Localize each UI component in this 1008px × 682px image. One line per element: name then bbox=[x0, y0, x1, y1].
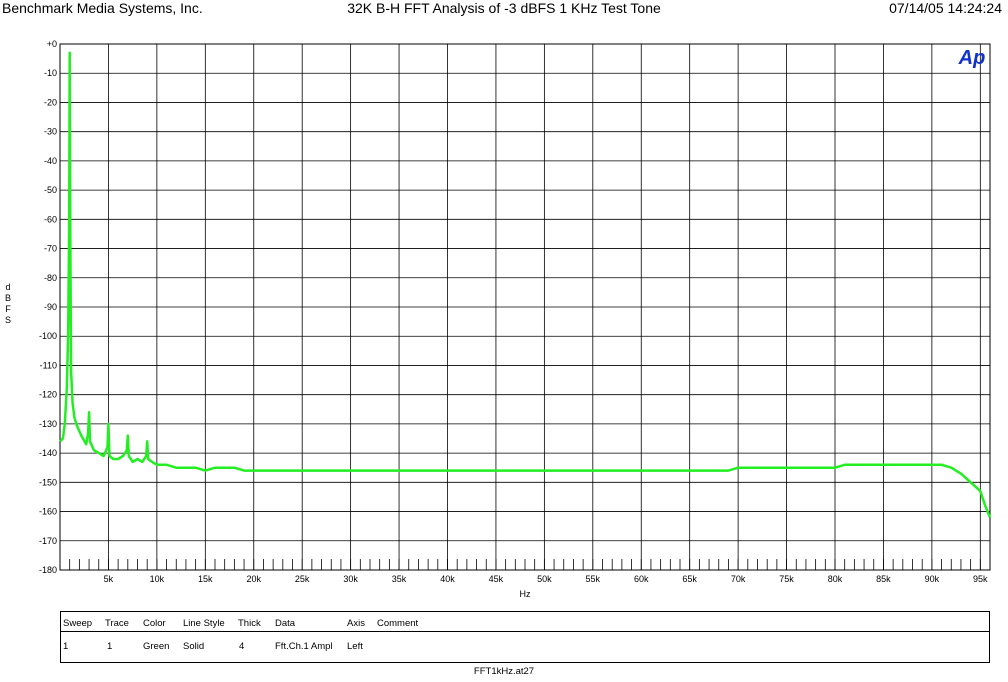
x-tick-label: 50k bbox=[537, 574, 552, 584]
y-tick-label: -20 bbox=[44, 97, 57, 107]
y-tick-label: -130 bbox=[39, 419, 57, 429]
legend-cell-data: Fft.Ch.1 Ampl bbox=[275, 641, 333, 652]
y-tick-label: -50 bbox=[44, 185, 57, 195]
legend-cell-sweep: 1 bbox=[63, 641, 69, 652]
x-tick-label: 75k bbox=[779, 574, 794, 584]
y-tick-label: -100 bbox=[39, 331, 57, 341]
y-tick-label: -120 bbox=[39, 390, 57, 400]
fft-chart: +0 -10 -20 -30 -40 -50 -60 -70 -80 -90 -100 -110 -12… bbox=[5, 39, 992, 599]
legend-table: Sweep Trace Color Line Style Thick Data … bbox=[60, 611, 990, 663]
x-tick-label: 35k bbox=[392, 574, 407, 584]
x-tick-label: 55k bbox=[586, 574, 601, 584]
x-tick-label: 60k bbox=[634, 574, 649, 584]
y-tick-label: -60 bbox=[44, 214, 57, 224]
y-tick-label: +0 bbox=[47, 39, 57, 49]
y-axis-label-char: d bbox=[5, 282, 10, 292]
legend-header-trace: Trace bbox=[105, 618, 129, 629]
legend-cell-line-style: Solid bbox=[183, 641, 205, 652]
y-tick-label: -110 bbox=[40, 360, 57, 370]
legend-header-color: Color bbox=[143, 618, 166, 629]
y-tick-label: -160 bbox=[39, 507, 57, 517]
x-tick-label: 70k bbox=[731, 574, 746, 584]
legend-header-sweep: Sweep bbox=[63, 618, 93, 629]
x-tick-label: 30k bbox=[343, 574, 358, 584]
y-tick-label: -150 bbox=[39, 477, 57, 487]
x-tick-label: 15k bbox=[198, 574, 213, 584]
y-tick-label: -70 bbox=[44, 244, 57, 254]
x-tick-label: 90k bbox=[925, 574, 940, 584]
y-tick-label: -40 bbox=[44, 156, 57, 166]
legend-header-axis: Axis bbox=[347, 618, 365, 629]
x-tick-label: 85k bbox=[876, 574, 891, 584]
x-tick-label: 25k bbox=[295, 574, 310, 584]
y-tick-label: -10 bbox=[44, 68, 57, 78]
legend-header-data: Data bbox=[275, 618, 296, 629]
y-tick-label: -170 bbox=[39, 536, 57, 546]
footer-filename: FFT1kHz.at27 bbox=[473, 666, 535, 677]
legend-cell-axis: Left bbox=[347, 641, 363, 652]
x-tick-label: 5k bbox=[104, 574, 114, 584]
x-tick-label: 40k bbox=[440, 574, 455, 584]
fft-trace bbox=[59, 51, 992, 518]
ap-logo: Ap bbox=[958, 47, 986, 69]
y-tick-label: -90 bbox=[44, 302, 57, 312]
x-tick-label: 45k bbox=[489, 574, 504, 584]
x-tick-label: 95k bbox=[973, 574, 988, 584]
y-tick-label: -80 bbox=[44, 273, 57, 283]
x-axis-label: Hz bbox=[520, 589, 531, 599]
y-axis-label-char: B bbox=[5, 293, 11, 303]
legend-cell-thick: 4 bbox=[239, 641, 245, 652]
x-tick-label: 80k bbox=[828, 574, 843, 584]
x-tick-label: 65k bbox=[682, 574, 697, 584]
legend-cell-trace: 1 bbox=[107, 641, 113, 652]
y-tick-label: -140 bbox=[39, 448, 57, 458]
y-tick-label: -30 bbox=[44, 127, 57, 137]
legend-header-comment: Comment bbox=[377, 618, 419, 629]
y-axis-label-char: F bbox=[5, 304, 11, 314]
legend-divider bbox=[61, 631, 989, 632]
legend-header-line-style: Line Style bbox=[183, 618, 225, 629]
y-tick-label: -180 bbox=[39, 565, 57, 575]
legend-cell-color: Green bbox=[143, 641, 170, 652]
legend-header-thick: Thick bbox=[238, 618, 261, 629]
x-tick-label: 20k bbox=[246, 574, 261, 584]
y-axis-label-char: S bbox=[5, 315, 11, 325]
x-tick-label: 10k bbox=[150, 574, 165, 584]
